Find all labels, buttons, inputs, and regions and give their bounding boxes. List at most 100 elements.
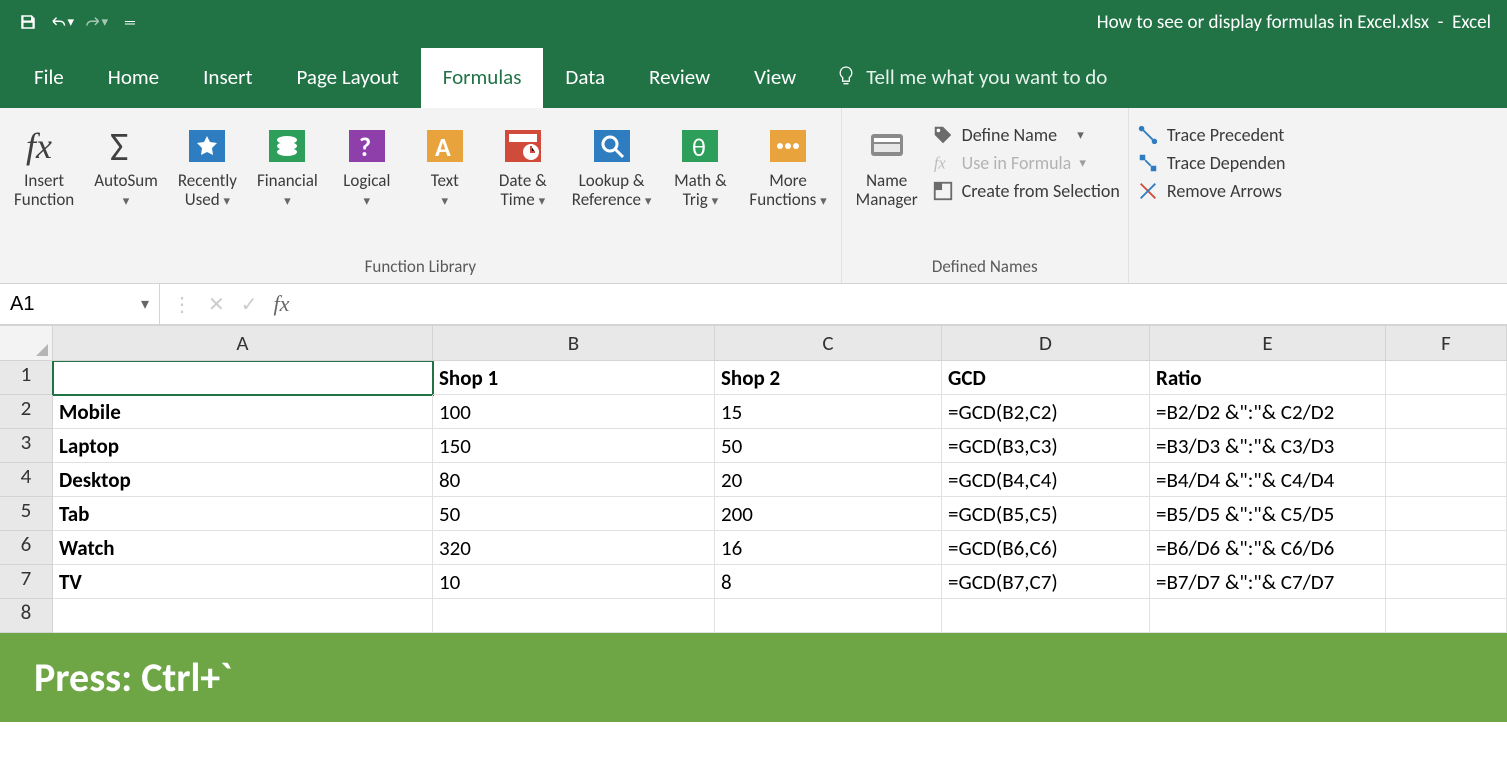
trace-precedents-button[interactable]: Trace Precedent (1137, 124, 1286, 146)
cancel-formula-button[interactable]: ✕ (208, 292, 225, 317)
use-in-formula-button[interactable]: fx Use in Formula ▾ (932, 152, 1120, 174)
cell[interactable]: Shop 1 (433, 361, 715, 395)
cell[interactable]: 200 (715, 497, 942, 531)
remove-arrows-button[interactable]: Remove Arrows (1137, 180, 1286, 202)
cell[interactable] (53, 361, 433, 395)
tab-view[interactable]: View (732, 48, 818, 108)
cell[interactable]: Laptop (53, 429, 433, 463)
row-header[interactable]: 7 (0, 565, 53, 599)
cell[interactable]: =GCD(B4,C4) (942, 463, 1150, 497)
cell[interactable]: 150 (433, 429, 715, 463)
cell[interactable]: =GCD(B7,C7) (942, 565, 1150, 599)
cell[interactable] (1386, 565, 1507, 599)
date-time-button[interactable]: Date & Time ▾ (488, 120, 558, 213)
column-header[interactable]: A (53, 326, 433, 361)
cell[interactable]: Ratio (1150, 361, 1386, 395)
tab-file[interactable]: File (12, 48, 86, 108)
lookup-reference-button[interactable]: Lookup & Reference ▾ (566, 120, 658, 213)
row-header[interactable]: 1 (0, 361, 53, 395)
column-header[interactable]: D (942, 326, 1150, 361)
name-box-dropdown[interactable]: ▾ (110, 294, 159, 314)
row-header[interactable]: 2 (0, 395, 53, 429)
cell[interactable]: =B3/D3 &":"& C3/D3 (1150, 429, 1386, 463)
cell[interactable] (942, 599, 1150, 633)
row-header[interactable]: 5 (0, 497, 53, 531)
fx-insert-button[interactable]: fx (274, 291, 290, 317)
column-header[interactable]: F (1386, 326, 1507, 361)
column-header[interactable]: B (433, 326, 715, 361)
name-manager-button[interactable]: Name Manager (850, 120, 924, 213)
cell[interactable]: 15 (715, 395, 942, 429)
tab-review[interactable]: Review (627, 48, 732, 108)
cell[interactable]: Shop 2 (715, 361, 942, 395)
column-header[interactable]: C (715, 326, 942, 361)
cell[interactable]: 320 (433, 531, 715, 565)
name-box-input[interactable] (0, 293, 110, 316)
financial-button[interactable]: Financial▾ (251, 120, 324, 213)
row-header[interactable]: 8 (0, 599, 53, 633)
cell[interactable]: =B7/D7 &":"& C7/D7 (1150, 565, 1386, 599)
recently-used-button[interactable]: Recently Used ▾ (172, 120, 243, 213)
cell[interactable] (1150, 599, 1386, 633)
spreadsheet-grid[interactable]: ABCDEF1Shop 1Shop 2GCDRatio2Mobile10015=… (0, 326, 1507, 633)
cell[interactable]: 50 (433, 497, 715, 531)
cell[interactable] (1386, 497, 1507, 531)
qat-customize-button[interactable]: ═ (118, 10, 142, 34)
cell[interactable]: Watch (53, 531, 433, 565)
cell[interactable]: Mobile (53, 395, 433, 429)
cell[interactable]: 8 (715, 565, 942, 599)
text-button[interactable]: A Text▾ (410, 120, 480, 213)
trace-dependents-button[interactable]: Trace Dependen (1137, 152, 1286, 174)
row-header[interactable]: 4 (0, 463, 53, 497)
cell[interactable] (433, 599, 715, 633)
name-box[interactable]: ▾ (0, 284, 160, 324)
row-header[interactable]: 6 (0, 531, 53, 565)
logical-button[interactable]: ? Logical▾ (332, 120, 402, 213)
cell[interactable]: TV (53, 565, 433, 599)
formula-input[interactable] (301, 284, 1507, 324)
cell[interactable]: 10 (433, 565, 715, 599)
cell[interactable]: 50 (715, 429, 942, 463)
redo-button[interactable]: ▾ (84, 10, 108, 34)
math-trig-button[interactable]: θ Math & Trig ▾ (665, 120, 735, 213)
autosum-button[interactable]: Σ AutoSum▾ (88, 120, 164, 213)
tell-me-search[interactable]: Tell me what you want to do (818, 64, 1125, 108)
cell[interactable]: =B4/D4 &":"& C4/D4 (1150, 463, 1386, 497)
cell[interactable]: =B5/D5 &":"& C5/D5 (1150, 497, 1386, 531)
tab-formulas[interactable]: Formulas (421, 48, 544, 108)
cell[interactable]: =GCD(B3,C3) (942, 429, 1150, 463)
row-header[interactable]: 3 (0, 429, 53, 463)
cell[interactable]: Desktop (53, 463, 433, 497)
create-from-selection-button[interactable]: Create from Selection (932, 180, 1120, 202)
cell[interactable] (1386, 429, 1507, 463)
tab-page-layout[interactable]: Page Layout (274, 48, 420, 108)
cell[interactable]: 16 (715, 531, 942, 565)
cell[interactable]: 20 (715, 463, 942, 497)
cell[interactable]: =GCD(B2,C2) (942, 395, 1150, 429)
cell[interactable] (1386, 531, 1507, 565)
cell[interactable] (1386, 361, 1507, 395)
cell[interactable]: 100 (433, 395, 715, 429)
cell[interactable]: =GCD(B6,C6) (942, 531, 1150, 565)
cell[interactable] (1386, 395, 1507, 429)
cell[interactable] (53, 599, 433, 633)
cell[interactable]: =GCD(B5,C5) (942, 497, 1150, 531)
save-button[interactable] (16, 10, 40, 34)
insert-function-button[interactable]: fx Insert Function (8, 120, 80, 213)
more-functions-button[interactable]: More Functions ▾ (743, 120, 832, 213)
define-name-button[interactable]: Define Name ▾ (932, 124, 1120, 146)
cell[interactable]: 80 (433, 463, 715, 497)
tab-data[interactable]: Data (543, 48, 627, 108)
column-header[interactable]: E (1150, 326, 1386, 361)
undo-button[interactable]: ▾ (50, 10, 74, 34)
cell[interactable] (1386, 599, 1507, 633)
cell[interactable]: =B6/D6 &":"& C6/D6 (1150, 531, 1386, 565)
tab-home[interactable]: Home (86, 48, 181, 108)
select-all-corner[interactable] (0, 326, 53, 361)
enter-formula-button[interactable]: ✓ (241, 292, 258, 317)
cell[interactable]: Tab (53, 497, 433, 531)
cell[interactable] (715, 599, 942, 633)
cell[interactable] (1386, 463, 1507, 497)
cell[interactable]: GCD (942, 361, 1150, 395)
tab-insert[interactable]: Insert (181, 48, 274, 108)
